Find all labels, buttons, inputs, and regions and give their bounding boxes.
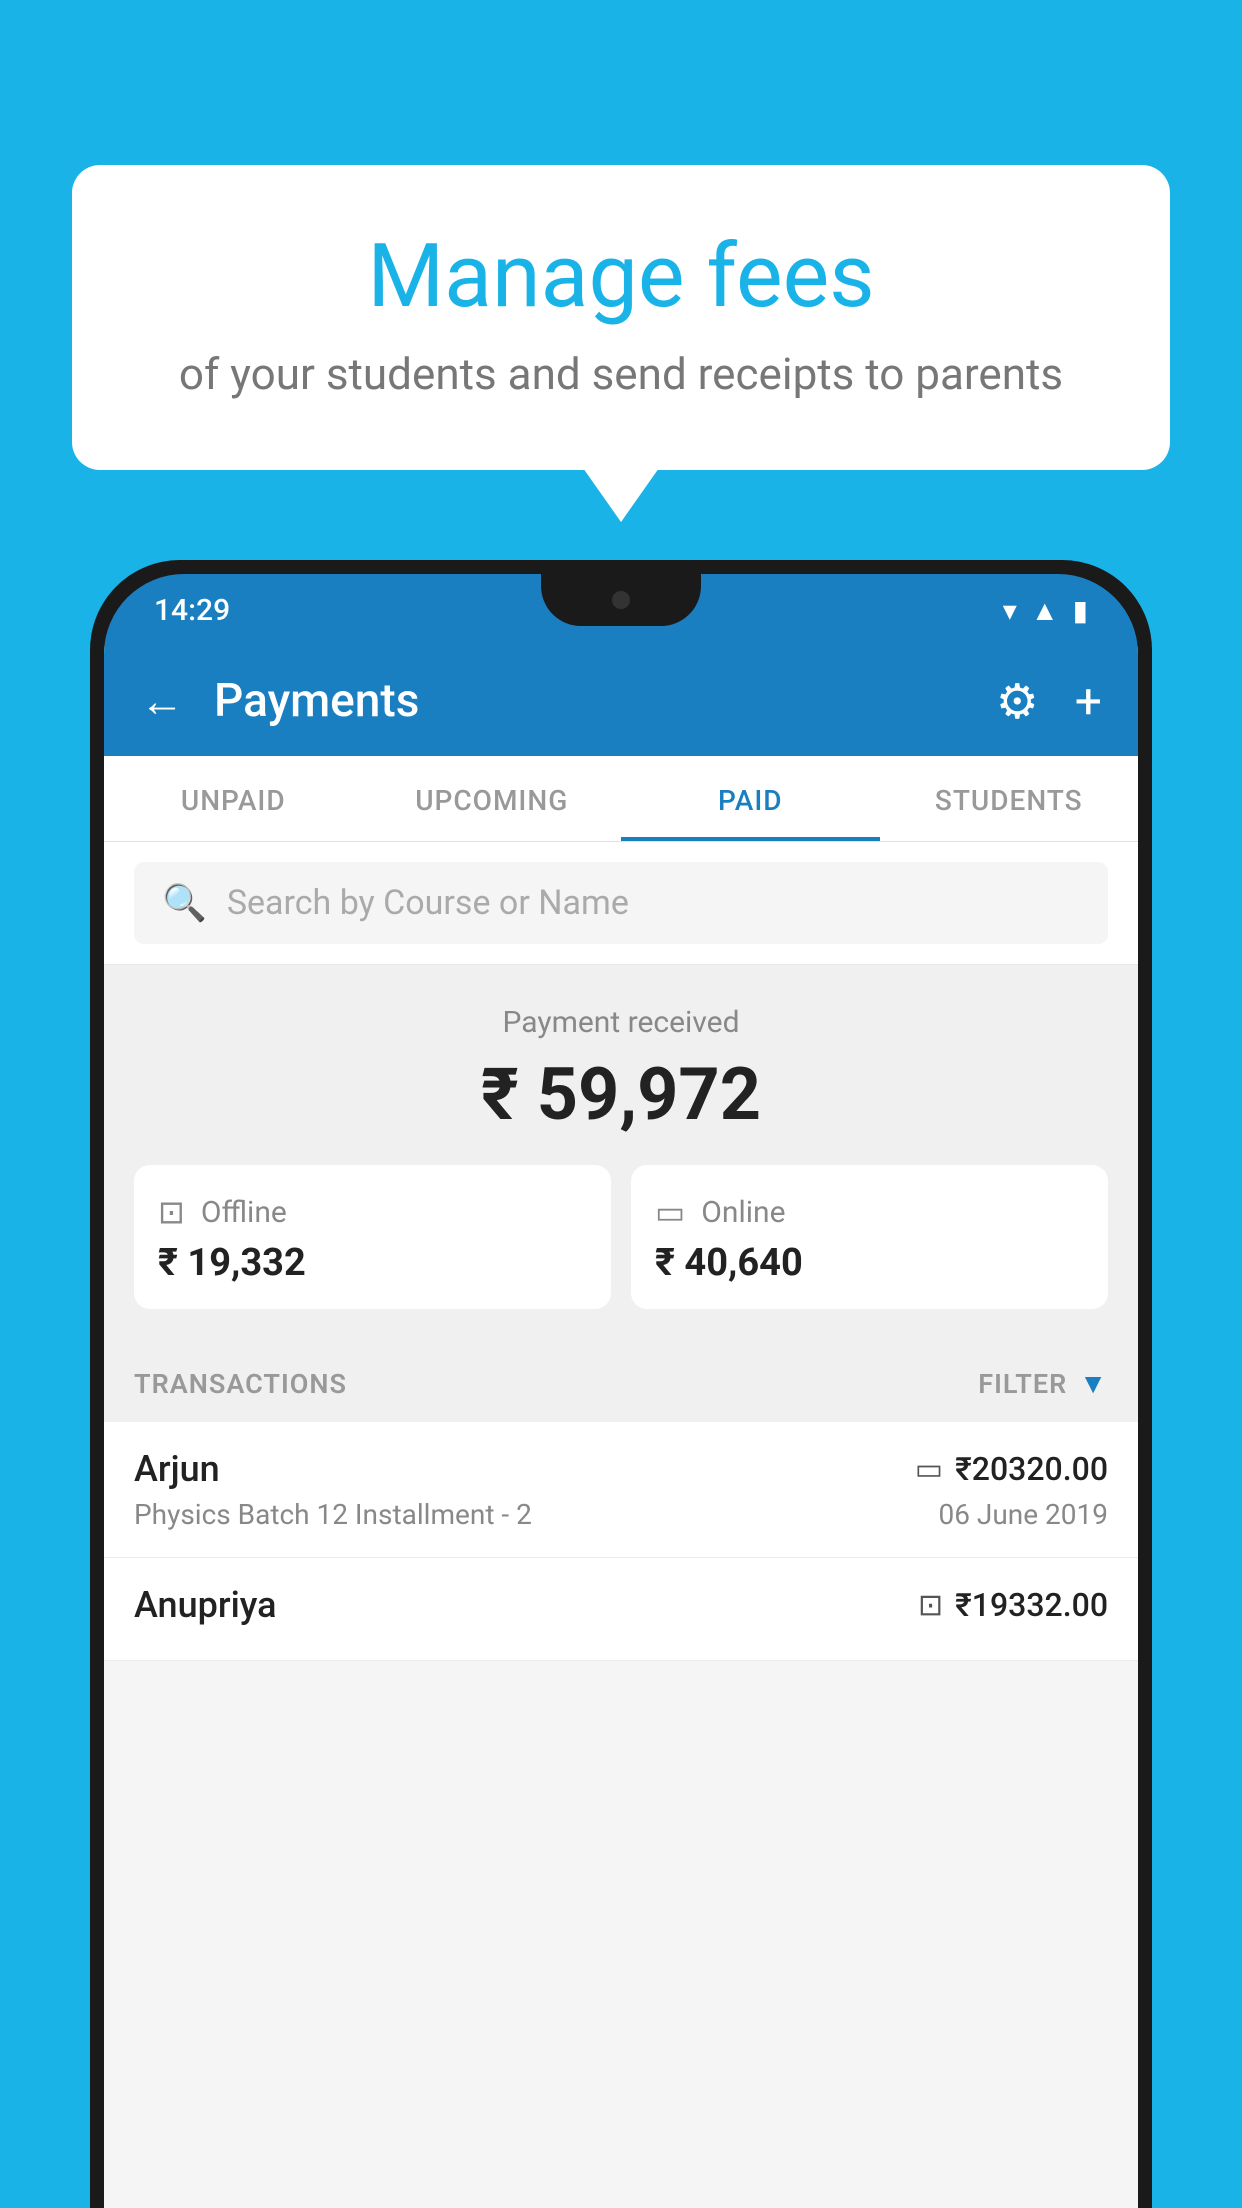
payment-received-label: Payment received	[134, 1005, 1108, 1040]
add-icon[interactable]: +	[1075, 673, 1102, 730]
wifi-icon: ▾	[1003, 594, 1017, 627]
offline-card: ⊡ Offline ₹ 19,332	[134, 1165, 611, 1309]
transaction-row[interactable]: Arjun ▭ ₹20320.00 Physics Batch 12 Insta…	[104, 1422, 1138, 1558]
tab-unpaid[interactable]: UNPAID	[104, 756, 363, 841]
offline-amount: ₹ 19,332	[158, 1241, 587, 1285]
payment-cards: ⊡ Offline ₹ 19,332 ▭ Online ₹ 40,640	[134, 1165, 1108, 1309]
phone-frame: 14:29 ▾ ▲ ▮ ← Payments ⚙ +	[90, 560, 1152, 2208]
status-bar: 14:29 ▾ ▲ ▮	[104, 574, 1138, 646]
offline-label: Offline	[201, 1195, 287, 1230]
filter-label: FILTER	[978, 1368, 1067, 1400]
search-icon: 🔍	[162, 882, 207, 924]
transaction-bottom-arjun: Physics Batch 12 Installment - 2 06 June…	[134, 1498, 1108, 1531]
phone-inner: 14:29 ▾ ▲ ▮ ← Payments ⚙ +	[104, 574, 1138, 2208]
notch	[541, 574, 701, 626]
toolbar: ← Payments ⚙ +	[104, 646, 1138, 756]
transaction-course-arjun: Physics Batch 12 Installment - 2	[134, 1498, 532, 1531]
online-icon: ▭	[655, 1193, 685, 1231]
filter-icon: ▼	[1079, 1367, 1108, 1400]
bubble-subtitle: of your students and send receipts to pa…	[142, 348, 1100, 400]
tab-upcoming[interactable]: UPCOMING	[363, 756, 622, 841]
transaction-name-arjun: Arjun	[134, 1448, 220, 1490]
toolbar-actions: ⚙ +	[996, 673, 1102, 730]
search-box[interactable]: 🔍 Search by Course or Name	[134, 862, 1108, 944]
filter-button[interactable]: FILTER ▼	[978, 1367, 1108, 1400]
tab-paid[interactable]: PAID	[621, 756, 880, 841]
offline-icon: ⊡	[158, 1193, 185, 1231]
status-time: 14:29	[154, 593, 230, 628]
camera-dot	[612, 591, 630, 609]
transactions-header: TRANSACTIONS FILTER ▼	[104, 1345, 1138, 1422]
transactions-label: TRANSACTIONS	[134, 1368, 347, 1400]
transaction-value-arjun: ₹20320.00	[955, 1450, 1108, 1488]
transaction-date-arjun: 06 June 2019	[938, 1498, 1108, 1531]
search-container: 🔍 Search by Course or Name	[104, 842, 1138, 965]
payment-type-icon-anupriya: ⊡	[918, 1588, 943, 1623]
payment-total: ₹ 59,972	[134, 1052, 1108, 1137]
online-card-header: ▭ Online	[655, 1193, 1084, 1231]
back-button[interactable]: ←	[140, 675, 184, 727]
tab-students[interactable]: STUDENTS	[880, 756, 1139, 841]
online-label: Online	[701, 1195, 785, 1230]
speech-bubble: Manage fees of your students and send re…	[72, 165, 1170, 470]
status-icons: ▾ ▲ ▮	[1003, 594, 1088, 627]
toolbar-title: Payments	[214, 674, 996, 728]
payment-summary: Payment received ₹ 59,972 ⊡ Offline ₹ 19…	[104, 965, 1138, 1345]
offline-card-header: ⊡ Offline	[158, 1193, 587, 1231]
app-screen: ← Payments ⚙ + UNPAID UPCOMING PAID STUD…	[104, 646, 1138, 2208]
transaction-name-anupriya: Anupriya	[134, 1584, 277, 1626]
transaction-top-arjun: Arjun ▭ ₹20320.00	[134, 1448, 1108, 1490]
search-placeholder: Search by Course or Name	[227, 883, 629, 923]
transaction-amount-anupriya: ⊡ ₹19332.00	[918, 1586, 1108, 1624]
bubble-title: Manage fees	[142, 225, 1100, 328]
transaction-value-anupriya: ₹19332.00	[955, 1586, 1108, 1624]
signal-icon: ▲	[1031, 594, 1059, 627]
transaction-top-anupriya: Anupriya ⊡ ₹19332.00	[134, 1584, 1108, 1626]
settings-icon[interactable]: ⚙	[996, 673, 1039, 730]
tabs: UNPAID UPCOMING PAID STUDENTS	[104, 756, 1138, 842]
online-card: ▭ Online ₹ 40,640	[631, 1165, 1108, 1309]
transaction-amount-arjun: ▭ ₹20320.00	[915, 1450, 1108, 1488]
battery-icon: ▮	[1073, 594, 1088, 627]
payment-type-icon-arjun: ▭	[915, 1452, 943, 1487]
online-amount: ₹ 40,640	[655, 1241, 1084, 1285]
transaction-row-anupriya[interactable]: Anupriya ⊡ ₹19332.00	[104, 1558, 1138, 1661]
